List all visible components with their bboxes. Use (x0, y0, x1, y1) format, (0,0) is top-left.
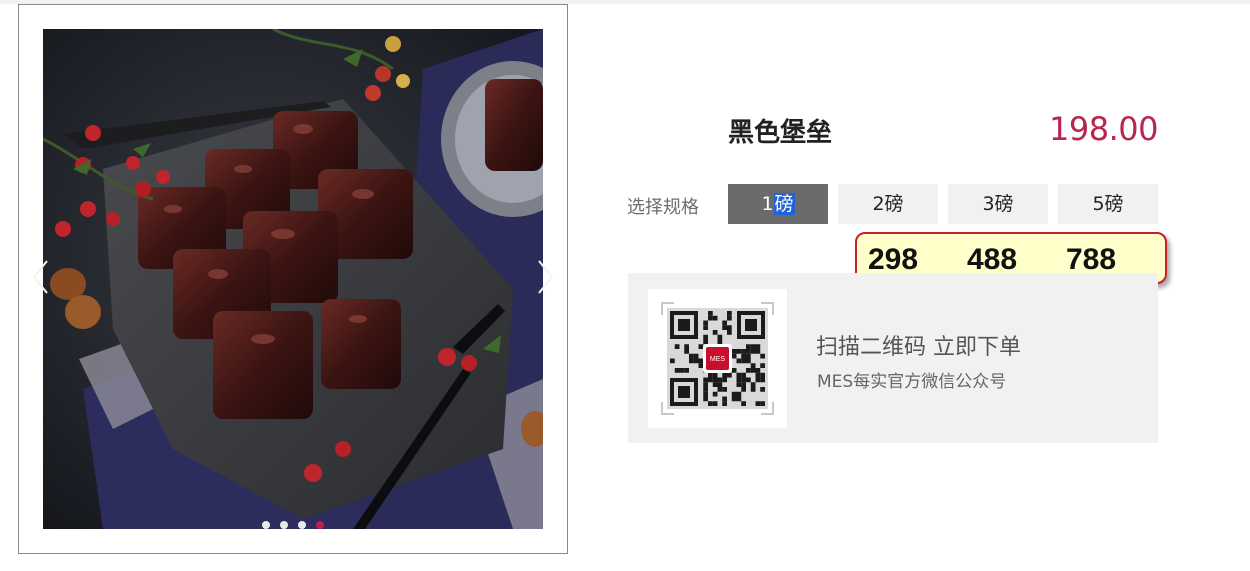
gallery-dot[interactable] (280, 521, 288, 529)
gallery-next-button[interactable] (533, 257, 557, 297)
tooltip-price-5lb: 788 (1066, 243, 1117, 276)
spec-option-3lb[interactable]: 3磅 (948, 184, 1048, 224)
spec-option-1lb[interactable]: 1磅 (728, 184, 828, 224)
product-title: 黑色堡垒 (728, 118, 833, 148)
spec-label: 选择规格 (627, 197, 699, 218)
qr-logo-text: MES (710, 356, 726, 363)
tooltip-price-2lb: 298 (868, 243, 919, 276)
spec-option-selected-text: 磅 (773, 193, 795, 215)
gallery-dot-active[interactable] (316, 521, 324, 529)
product-price: 198.00 (1049, 110, 1158, 148)
gallery-pagination (19, 521, 567, 529)
product-photo (43, 29, 543, 529)
spec-option-prefix: 1 (761, 193, 774, 215)
qr-title: 扫描二维码 立即下单 (816, 335, 1021, 360)
chevron-left-icon (32, 260, 48, 294)
gallery-prev-button[interactable] (29, 257, 53, 297)
tooltip-price-3lb: 488 (967, 243, 1018, 276)
gallery-dot[interactable] (298, 521, 306, 529)
qr-subtitle: MES每实官方微信公众号 (817, 372, 1007, 392)
qr-code-icon: MES (661, 302, 774, 415)
qr-code: MES (648, 289, 787, 428)
qr-panel: MES 扫描二维码 立即下单 MES每实官方微信公众号 (628, 273, 1158, 443)
spec-option-5lb[interactable]: 5磅 (1058, 184, 1158, 224)
gallery-dot[interactable] (262, 521, 270, 529)
product-gallery (18, 4, 568, 554)
chevron-right-icon (538, 260, 554, 294)
spec-option-2lb[interactable]: 2磅 (838, 184, 938, 224)
